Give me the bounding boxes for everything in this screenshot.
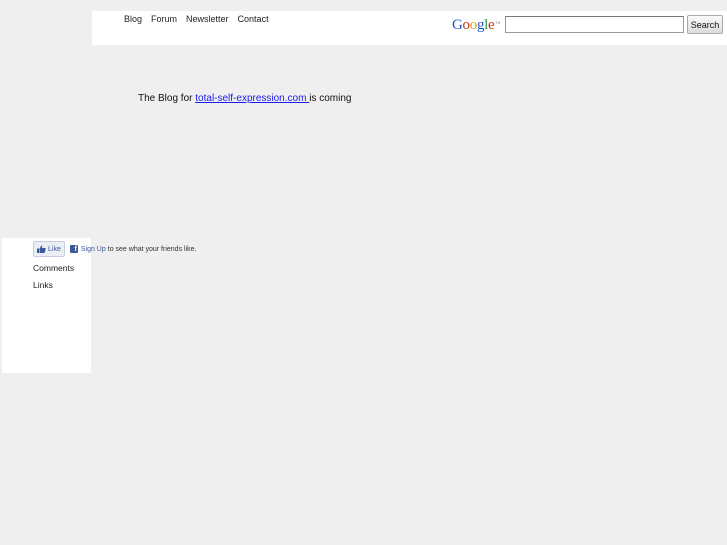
blog-message-suffix: is coming	[309, 93, 352, 104]
blog-message-prefix: The Blog for	[138, 93, 196, 104]
nav-blog-link[interactable]: Blog	[124, 14, 142, 24]
like-label: Like	[48, 245, 61, 253]
facebook-signup-link[interactable]: Sign Up	[81, 246, 106, 253]
nav-forum-link[interactable]: Forum	[151, 14, 177, 24]
thumbs-up-icon	[37, 245, 46, 253]
facebook-like-widget: Like f Sign Up to see what your friends …	[33, 241, 196, 257]
nav-contact-link[interactable]: Contact	[238, 14, 269, 24]
page: Blog Forum Newsletter Contact Google™ Se…	[0, 0, 727, 545]
trademark-mark: ™	[495, 22, 500, 27]
facebook-like-button[interactable]: Like	[33, 241, 65, 257]
site-link[interactable]: total-self-expression.com	[195, 93, 309, 104]
blog-coming-message: The Blog for total-self-expression.com i…	[138, 93, 351, 104]
facebook-icon: f	[69, 245, 78, 253]
main-nav: Blog Forum Newsletter Contact	[124, 14, 269, 24]
search-input[interactable]	[505, 16, 684, 33]
google-logo: Google™	[452, 17, 500, 33]
facebook-signup-text: to see what your friends like.	[107, 245, 197, 253]
sidebar-links-link[interactable]: Links	[33, 280, 53, 290]
sidebar	[2, 238, 91, 373]
sidebar-comments-link[interactable]: Comments	[33, 263, 74, 273]
search-button[interactable]: Search	[687, 15, 723, 34]
nav-newsletter-link[interactable]: Newsletter	[186, 14, 229, 24]
top-bar: Blog Forum Newsletter Contact Google™ Se…	[92, 11, 727, 45]
